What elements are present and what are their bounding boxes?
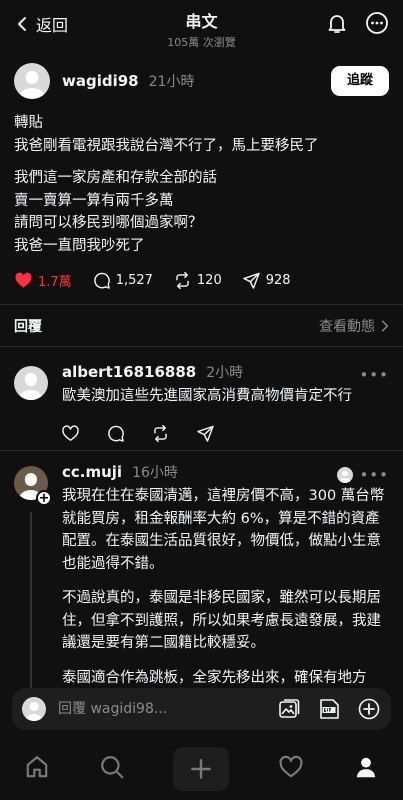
repost-icon[interactable]	[151, 424, 170, 443]
reply-username[interactable]: cc.muji	[62, 463, 122, 481]
reply-avatar-small	[337, 467, 353, 483]
comment-icon[interactable]	[106, 424, 125, 443]
search-icon	[101, 756, 124, 779]
chevron-right-icon	[381, 320, 389, 332]
tab-new-post[interactable]	[173, 747, 230, 791]
follow-button[interactable]: 追蹤	[331, 66, 389, 96]
replies-label: 回覆	[14, 319, 42, 335]
more-options-button[interactable]: •••	[359, 466, 389, 484]
heart-icon	[279, 755, 303, 778]
post-username[interactable]: wagidi98	[62, 72, 139, 90]
post-paragraph: 轉貼 我爸剛看電視跟我說台灣不行了，馬上要移民了	[14, 112, 389, 157]
reply-composer	[12, 688, 391, 730]
post-body: 轉貼 我爸剛看電視跟我說台灣不行了，馬上要移民了 我們這一家房產和存款全部的話 …	[14, 112, 389, 257]
avatar[interactable]	[14, 366, 48, 400]
post-line: 我爸剛看電視跟我說台灣不行了，馬上要移民了	[14, 137, 319, 154]
tab-profile[interactable]	[353, 754, 379, 784]
divider	[0, 346, 403, 347]
home-icon	[27, 756, 48, 778]
add-circle-icon[interactable]	[357, 697, 381, 721]
gif-icon[interactable]	[317, 697, 341, 721]
profile-icon	[356, 757, 375, 778]
bell-icon[interactable]	[325, 11, 349, 35]
chevron-left-icon	[18, 17, 26, 31]
post-line: 我們這一家房產和存款全部的話	[14, 170, 217, 186]
like-button[interactable]: 1.7萬	[14, 271, 72, 290]
back-button[interactable]: 返回	[14, 12, 68, 36]
main-post: wagidi98 21小時 追蹤 轉貼 我爸剛看電視跟我說台灣不行了，馬上要移民…	[0, 62, 403, 290]
view-activity-link[interactable]: 查看動態	[319, 316, 389, 336]
send-icon[interactable]	[196, 424, 215, 443]
post-line: 我爸一直問我吵死了	[14, 237, 145, 254]
plus-icon	[191, 759, 212, 779]
heart-filled-icon	[15, 272, 32, 288]
share-count: 928	[265, 273, 291, 288]
post-line: 請問可以移民到哪個過家啊？	[14, 215, 203, 231]
divider	[0, 304, 403, 305]
bottom-tab-bar	[0, 738, 403, 800]
more-options-icon[interactable]	[365, 11, 389, 35]
avatar	[22, 697, 46, 721]
more-options-button[interactable]: •••	[359, 366, 389, 384]
image-icon[interactable]	[277, 697, 301, 721]
post-actions: 1.7萬 1,527 120 928	[14, 271, 389, 290]
heart-icon[interactable]	[61, 424, 80, 443]
send-icon	[243, 272, 260, 289]
post-time: 21小時	[148, 74, 195, 90]
comment-count: 1,527	[115, 273, 153, 288]
reply-item: albert16816888 2小時 歐美澳加這些先進國家高消費高物價肯定不行 …	[14, 362, 389, 443]
repost-icon	[176, 271, 189, 290]
view-count: 105萬 次瀏覽	[167, 36, 236, 49]
repost-button[interactable]: 120	[173, 271, 222, 290]
reply-item: + cc.muji 16小時 我現在住在泰國清邁，這裡房價不高，300 萬台幣就…	[14, 462, 389, 689]
reply-username[interactable]: albert16816888	[62, 363, 196, 381]
tab-search[interactable]	[99, 754, 125, 784]
view-activity-label: 查看動態	[319, 319, 375, 335]
replies-header: 回覆 查看動態	[14, 316, 389, 336]
follow-plus-badge[interactable]: +	[36, 490, 52, 506]
reply-time: 2小時	[206, 365, 244, 381]
reply-input[interactable]	[58, 701, 277, 717]
comment-icon	[93, 272, 110, 289]
post-line: 賣一賣算一算有兩千多萬	[14, 192, 174, 209]
like-count: 1.7萬	[38, 275, 72, 290]
back-label: 返回	[36, 16, 69, 35]
comment-button[interactable]: 1,527	[92, 271, 153, 290]
avatar[interactable]	[14, 63, 50, 99]
reply-paragraph: 我現在住在泰國清邁，這裡房價不高，300 萬台幣就能買房，租金報酬率大約 6%，…	[62, 488, 385, 572]
repost-count: 120	[196, 273, 222, 288]
divider	[0, 450, 403, 451]
reply-time: 16小時	[132, 465, 178, 481]
tab-home[interactable]	[24, 754, 50, 784]
tab-activity[interactable]	[278, 754, 304, 784]
reply-actions	[61, 424, 389, 443]
reply-paragraph: 不過說真的，泰國是非移民國家，雖然可以長期居住，但拿不到護照，所以如果考慮長遠發…	[62, 590, 381, 651]
reply-paragraph: 泰國適合作為跳板，全家先移出來，確保有地方	[62, 669, 367, 686]
share-button[interactable]: 928	[242, 271, 291, 290]
reply-text: 歐美澳加這些先進國家高消費高物價肯定不行	[62, 388, 352, 404]
post-paragraph: 我們這一家房產和存款全部的話 賣一賣算一算有兩千多萬 請問可以移民到哪個過家啊？…	[14, 167, 389, 257]
top-bar: 返回 串文 105萬 次瀏覽	[0, 0, 403, 52]
post-line: 轉貼	[14, 115, 43, 131]
